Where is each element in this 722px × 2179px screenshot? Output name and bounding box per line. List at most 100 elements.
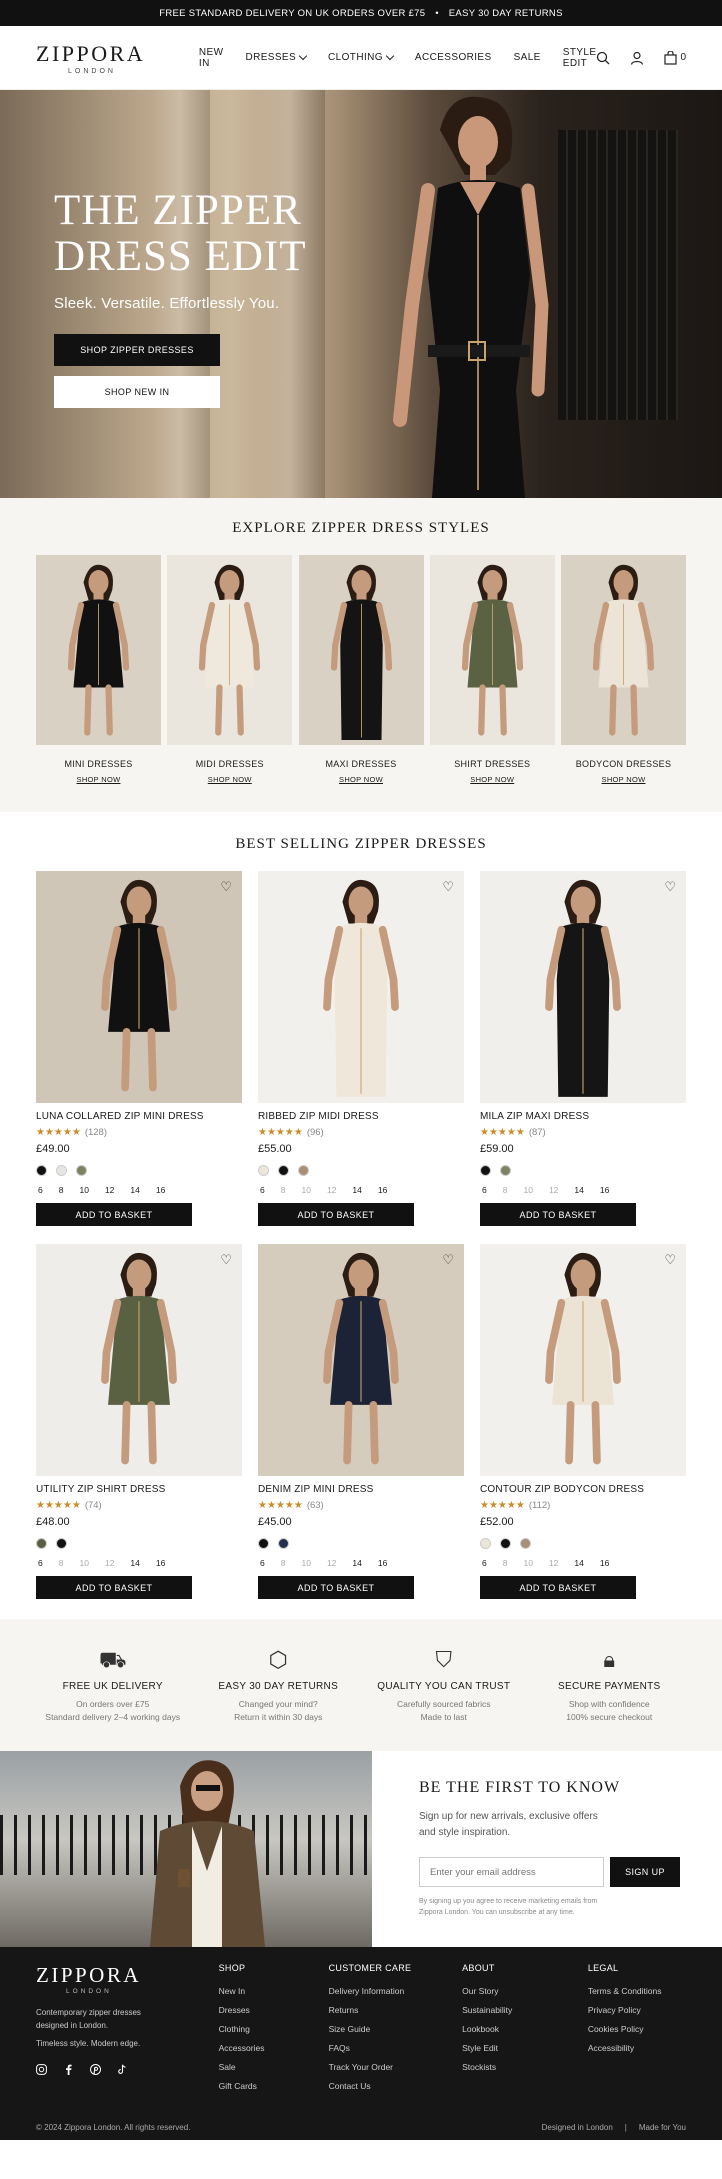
style-card[interactable]: MAXI DRESSES SHOP NOW xyxy=(298,555,424,784)
instagram-icon[interactable] xyxy=(36,2064,47,2076)
nav-style-edit[interactable]: STYLE EDIT xyxy=(563,47,597,69)
color-swatch[interactable] xyxy=(56,1538,67,1549)
size-option[interactable]: 14 xyxy=(130,1558,139,1568)
shop-now-link[interactable]: SHOP NOW xyxy=(167,775,292,784)
facebook-icon[interactable] xyxy=(63,2064,74,2076)
style-card[interactable]: BODYCON DRESSES SHOP NOW xyxy=(561,555,686,784)
style-image[interactable] xyxy=(429,555,555,745)
product-name[interactable]: UTILITY ZIP SHIRT DRESS xyxy=(36,1484,242,1495)
color-swatch[interactable] xyxy=(500,1165,511,1176)
style-image[interactable] xyxy=(36,555,161,745)
size-option[interactable]: 16 xyxy=(156,1558,165,1568)
color-swatch[interactable] xyxy=(56,1165,67,1176)
logo[interactable]: ZIPPORA LONDON xyxy=(36,41,153,75)
shop-now-link[interactable]: SHOP NOW xyxy=(430,775,555,784)
wishlist-heart-icon[interactable]: ♡ xyxy=(220,1252,232,1268)
footer-link[interactable]: Dresses xyxy=(219,2005,329,2015)
size-option[interactable]: 8 xyxy=(59,1558,64,1568)
size-option[interactable]: 12 xyxy=(549,1558,558,1568)
style-image[interactable] xyxy=(298,555,424,745)
size-option[interactable]: 10 xyxy=(301,1558,310,1568)
footer-link[interactable]: Gift Cards xyxy=(219,2081,329,2091)
style-card[interactable]: SHIRT DRESSES SHOP NOW xyxy=(429,555,555,784)
search-icon[interactable] xyxy=(596,51,610,65)
nav-new-in[interactable]: NEW IN xyxy=(199,47,224,69)
footer-link[interactable]: Delivery Information xyxy=(329,1986,463,1996)
size-option[interactable]: 12 xyxy=(549,1185,558,1195)
wishlist-heart-icon[interactable]: ♡ xyxy=(442,879,454,895)
add-to-basket-button[interactable]: ADD TO BASKET xyxy=(36,1203,192,1226)
footer-link[interactable]: Lookbook xyxy=(462,2024,588,2034)
style-image[interactable] xyxy=(167,555,293,745)
size-option[interactable]: 12 xyxy=(327,1558,336,1568)
basket-button[interactable]: 0 xyxy=(664,50,686,65)
color-swatch[interactable] xyxy=(480,1538,491,1549)
footer-link[interactable]: Style Edit xyxy=(462,2043,588,2053)
size-option[interactable]: 10 xyxy=(79,1185,88,1195)
color-swatch[interactable] xyxy=(258,1538,269,1549)
size-option[interactable]: 10 xyxy=(523,1558,532,1568)
footer-logo[interactable]: ZIPPORA xyxy=(36,1963,219,1988)
footer-link[interactable]: New In xyxy=(219,1986,329,1996)
add-to-basket-button[interactable]: ADD TO BASKET xyxy=(258,1576,414,1599)
product-image[interactable]: ♡ xyxy=(36,871,242,1103)
color-swatch[interactable] xyxy=(36,1538,47,1549)
account-icon[interactable] xyxy=(630,51,644,65)
footer-link[interactable]: Sale xyxy=(219,2062,329,2072)
size-option[interactable]: 8 xyxy=(503,1185,508,1195)
add-to-basket-button[interactable]: ADD TO BASKET xyxy=(258,1203,414,1226)
size-option[interactable]: 16 xyxy=(156,1185,165,1195)
product-name[interactable]: DENIM ZIP MINI DRESS xyxy=(258,1484,464,1495)
product-image[interactable]: ♡ xyxy=(258,1244,464,1476)
nav-accessories[interactable]: ACCESSORIES xyxy=(415,47,492,69)
size-option[interactable]: 10 xyxy=(79,1558,88,1568)
product-image[interactable]: ♡ xyxy=(480,871,686,1103)
footer-link[interactable]: FAQs xyxy=(329,2043,463,2053)
size-option[interactable]: 16 xyxy=(600,1558,609,1568)
size-option[interactable]: 6 xyxy=(260,1185,265,1195)
pinterest-icon[interactable] xyxy=(90,2064,101,2076)
size-option[interactable]: 14 xyxy=(574,1185,583,1195)
color-swatch[interactable] xyxy=(258,1165,269,1176)
footer-link[interactable]: Sustainability xyxy=(462,2005,588,2015)
product-name[interactable]: LUNA COLLARED ZIP MINI DRESS xyxy=(36,1111,242,1122)
size-option[interactable]: 12 xyxy=(105,1558,114,1568)
size-option[interactable]: 14 xyxy=(574,1558,583,1568)
product-image[interactable]: ♡ xyxy=(36,1244,242,1476)
footer-link[interactable]: Privacy Policy xyxy=(588,2005,686,2015)
shop-now-link[interactable]: SHOP NOW xyxy=(561,775,686,784)
wishlist-heart-icon[interactable]: ♡ xyxy=(442,1252,454,1268)
footer-link[interactable]: Accessories xyxy=(219,2043,329,2053)
nav-sale[interactable]: SALE xyxy=(514,47,541,69)
color-swatch[interactable] xyxy=(480,1165,491,1176)
style-card[interactable]: MINI DRESSES SHOP NOW xyxy=(36,555,161,784)
footer-link[interactable]: Size Guide xyxy=(329,2024,463,2034)
style-card[interactable]: MIDI DRESSES SHOP NOW xyxy=(167,555,293,784)
color-swatch[interactable] xyxy=(278,1165,289,1176)
footer-link[interactable]: Clothing xyxy=(219,2024,329,2034)
wishlist-heart-icon[interactable]: ♡ xyxy=(664,879,676,895)
wishlist-heart-icon[interactable]: ♡ xyxy=(664,1252,676,1268)
footer-link[interactable]: Cookies Policy xyxy=(588,2024,686,2034)
footer-link[interactable]: Stockists xyxy=(462,2062,588,2072)
size-option[interactable]: 16 xyxy=(600,1185,609,1195)
add-to-basket-button[interactable]: ADD TO BASKET xyxy=(480,1576,636,1599)
size-option[interactable]: 10 xyxy=(523,1185,532,1195)
color-swatch[interactable] xyxy=(76,1165,87,1176)
color-swatch[interactable] xyxy=(500,1538,511,1549)
size-option[interactable]: 14 xyxy=(130,1185,139,1195)
product-name[interactable]: CONTOUR ZIP BODYCON DRESS xyxy=(480,1484,686,1495)
footer-link[interactable]: Terms & Conditions xyxy=(588,1986,686,1996)
size-option[interactable]: 8 xyxy=(281,1558,286,1568)
style-image[interactable] xyxy=(561,555,686,745)
size-option[interactable]: 12 xyxy=(327,1185,336,1195)
color-swatch[interactable] xyxy=(520,1538,531,1549)
add-to-basket-button[interactable]: ADD TO BASKET xyxy=(480,1203,636,1226)
color-swatch[interactable] xyxy=(278,1538,289,1549)
footer-link[interactable]: Our Story xyxy=(462,1986,588,1996)
footer-link[interactable]: Returns xyxy=(329,2005,463,2015)
nav-clothing[interactable]: CLOTHING xyxy=(328,47,395,69)
size-option[interactable]: 6 xyxy=(482,1185,487,1195)
shop-now-link[interactable]: SHOP NOW xyxy=(299,775,424,784)
wishlist-heart-icon[interactable]: ♡ xyxy=(220,879,232,895)
